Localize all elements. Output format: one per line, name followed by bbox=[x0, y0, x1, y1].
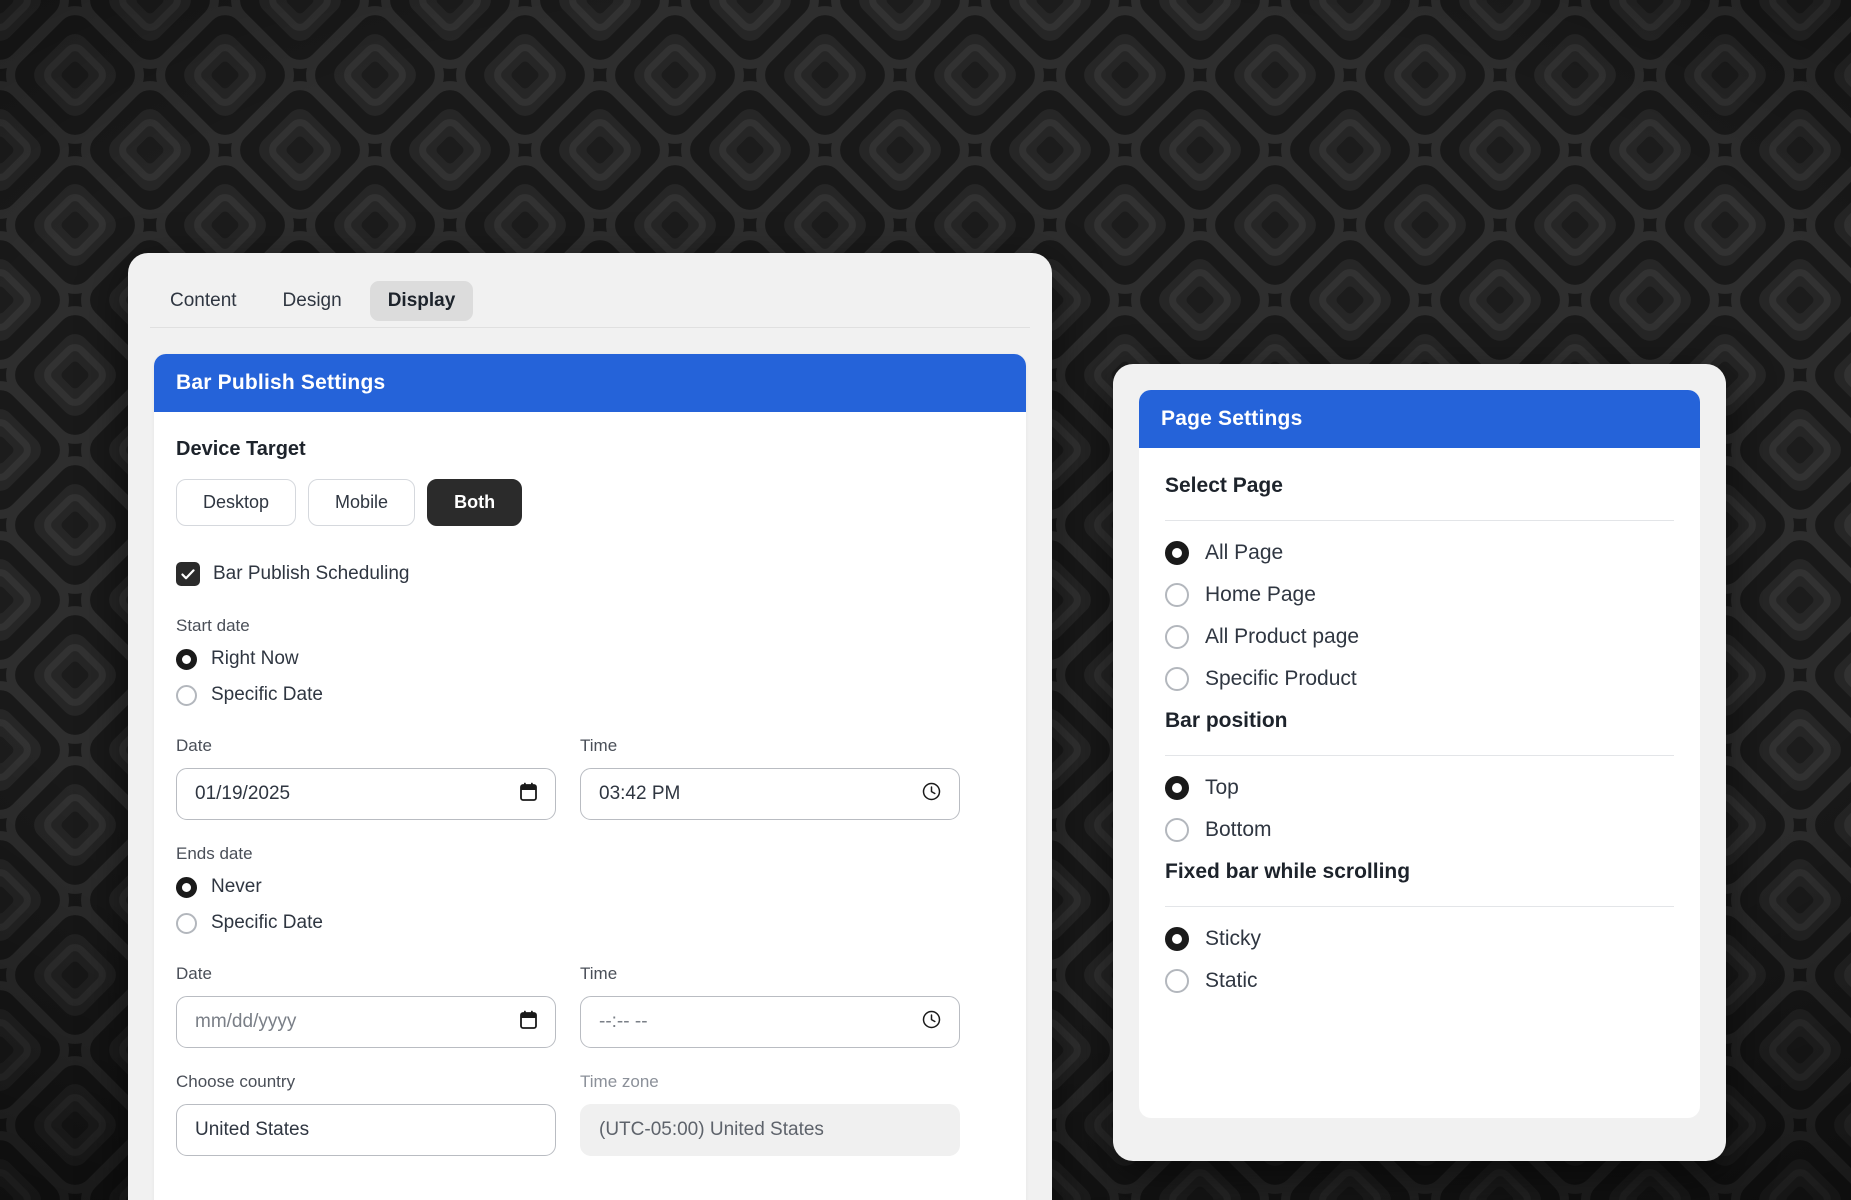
ends-date-specific-date-label: Specific Date bbox=[211, 912, 323, 933]
ends-time-field-group: Time --:-- -- bbox=[580, 964, 960, 1048]
choose-country-value: United States bbox=[195, 1119, 310, 1140]
radio-selected-icon[interactable] bbox=[1165, 541, 1189, 565]
ends-date-input[interactable]: mm/dd/yyyy bbox=[176, 996, 556, 1048]
tab-content[interactable]: Content bbox=[152, 281, 255, 321]
country-field-group: Choose country United States bbox=[176, 1072, 556, 1156]
start-date-inputs: Date 01/19/2025 Time 03:42 PM bbox=[176, 736, 1004, 820]
ends-time-input-placeholder: --:-- -- bbox=[599, 1011, 648, 1032]
select-page-specific-product-label: Specific Product bbox=[1205, 667, 1357, 690]
start-date-option-right-now[interactable]: Right Now bbox=[176, 648, 1004, 670]
radio-selected-icon[interactable] bbox=[1165, 776, 1189, 800]
choose-country-input[interactable]: United States bbox=[176, 1104, 556, 1156]
fixed-bar-static-label: Static bbox=[1205, 969, 1258, 992]
page-settings-card: Page Settings Select Page All Page Home … bbox=[1139, 390, 1700, 1118]
bar-publish-settings-card: Bar Publish Settings Device Target Deskt… bbox=[154, 354, 1026, 1200]
radio-unselected-icon[interactable] bbox=[176, 912, 197, 934]
radio-selected-icon[interactable] bbox=[176, 648, 197, 670]
fixed-bar-option-sticky[interactable]: Sticky bbox=[1165, 927, 1674, 951]
ends-date-never-label: Never bbox=[211, 876, 262, 897]
select-page-option-specific-product[interactable]: Specific Product bbox=[1165, 667, 1674, 691]
card-title-bar-publish-settings: Bar Publish Settings bbox=[154, 354, 1026, 412]
bar-position-divider bbox=[1165, 755, 1674, 756]
fixed-bar-sticky-label: Sticky bbox=[1205, 927, 1262, 950]
start-time-input[interactable]: 03:42 PM bbox=[580, 768, 960, 820]
start-date-input-value: 01/19/2025 bbox=[195, 783, 291, 804]
start-date-input[interactable]: 01/19/2025 bbox=[176, 768, 556, 820]
page-settings-panel: Page Settings Select Page All Page Home … bbox=[1113, 364, 1726, 1161]
start-date-input-label: Date bbox=[176, 736, 212, 755]
ends-date-input-placeholder: mm/dd/yyyy bbox=[195, 1011, 297, 1032]
select-page-divider bbox=[1165, 520, 1674, 521]
ends-date-input-label: Date bbox=[176, 964, 212, 983]
start-date-group-label: Start date bbox=[176, 616, 250, 635]
start-time-input-value: 03:42 PM bbox=[599, 783, 681, 804]
fixed-bar-while-scrolling-title: Fixed bar while scrolling bbox=[1165, 860, 1411, 883]
page-settings-body: Select Page All Page Home Page All Produ… bbox=[1139, 448, 1700, 1031]
select-page-all-page-label: All Page bbox=[1205, 541, 1284, 564]
radio-selected-icon[interactable] bbox=[176, 876, 197, 898]
calendar-icon[interactable] bbox=[520, 782, 537, 807]
fixed-bar-divider bbox=[1165, 906, 1674, 907]
device-target-mobile-button[interactable]: Mobile bbox=[308, 479, 416, 526]
time-zone-label: Time zone bbox=[580, 1072, 659, 1091]
ends-date-group-label: Ends date bbox=[176, 844, 253, 863]
editor-tabbar: Content Design Display bbox=[128, 253, 1052, 327]
tabbar-divider bbox=[150, 327, 1030, 328]
ends-date-option-specific-date[interactable]: Specific Date bbox=[176, 912, 1004, 934]
radio-unselected-icon[interactable] bbox=[1165, 583, 1189, 607]
select-page-home-page-label: Home Page bbox=[1205, 583, 1316, 606]
select-page-option-all-page[interactable]: All Page bbox=[1165, 541, 1674, 565]
radio-unselected-icon[interactable] bbox=[1165, 969, 1189, 993]
bar-publish-settings-panel: Content Design Display Bar Publish Setti… bbox=[128, 253, 1052, 1200]
start-time-input-label: Time bbox=[580, 736, 618, 755]
choose-country-label: Choose country bbox=[176, 1072, 296, 1091]
bar-publish-scheduling-row[interactable]: Bar Publish Scheduling bbox=[176, 562, 1004, 586]
time-zone-value: (UTC-05:00) United States bbox=[599, 1119, 824, 1140]
select-page-title: Select Page bbox=[1165, 474, 1283, 497]
radio-selected-icon[interactable] bbox=[1165, 927, 1189, 951]
bar-position-title: Bar position bbox=[1165, 709, 1288, 732]
locale-inputs: Choose country United States Time zone (… bbox=[176, 1072, 1004, 1156]
select-page-option-home-page[interactable]: Home Page bbox=[1165, 583, 1674, 607]
start-time-field-group: Time 03:42 PM bbox=[580, 736, 960, 820]
ends-time-input[interactable]: --:-- -- bbox=[580, 996, 960, 1048]
radio-unselected-icon[interactable] bbox=[1165, 818, 1189, 842]
start-date-specific-date-label: Specific Date bbox=[211, 684, 323, 705]
bar-position-bottom-label: Bottom bbox=[1205, 818, 1272, 841]
bar-publish-scheduling-label: Bar Publish Scheduling bbox=[213, 563, 410, 584]
radio-unselected-icon[interactable] bbox=[1165, 667, 1189, 691]
timezone-field-group: Time zone (UTC-05:00) United States bbox=[580, 1072, 960, 1156]
ends-time-input-label: Time bbox=[580, 964, 618, 983]
clock-icon[interactable] bbox=[922, 782, 941, 807]
ends-date-field-group: Date mm/dd/yyyy bbox=[176, 964, 556, 1048]
radio-unselected-icon[interactable] bbox=[1165, 625, 1189, 649]
start-date-option-specific-date[interactable]: Specific Date bbox=[176, 684, 1004, 706]
select-page-option-all-product-page[interactable]: All Product page bbox=[1165, 625, 1674, 649]
device-target-desktop-button[interactable]: Desktop bbox=[176, 479, 297, 526]
start-date-field-group: Date 01/19/2025 bbox=[176, 736, 556, 820]
ends-date-option-never[interactable]: Never bbox=[176, 876, 1004, 898]
bar-position-option-top[interactable]: Top bbox=[1165, 776, 1674, 800]
bar-position-top-label: Top bbox=[1205, 776, 1239, 799]
clock-icon[interactable] bbox=[922, 1010, 941, 1035]
tab-design[interactable]: Design bbox=[265, 281, 360, 321]
tab-display[interactable]: Display bbox=[369, 281, 474, 321]
calendar-icon[interactable] bbox=[520, 1010, 537, 1035]
card-title-page-settings: Page Settings bbox=[1139, 390, 1700, 448]
device-target-title: Device Target bbox=[176, 438, 306, 460]
ends-date-inputs: Date mm/dd/yyyy Time --:-- -- bbox=[176, 964, 1004, 1048]
device-target-button-group: Desktop Mobile Both bbox=[176, 479, 1004, 526]
device-target-both-button[interactable]: Both bbox=[427, 479, 523, 526]
checkbox-checked-icon[interactable] bbox=[176, 562, 200, 586]
start-date-right-now-label: Right Now bbox=[211, 648, 299, 669]
fixed-bar-option-static[interactable]: Static bbox=[1165, 969, 1674, 993]
bar-position-option-bottom[interactable]: Bottom bbox=[1165, 818, 1674, 842]
card-body: Device Target Desktop Mobile Both Bar Pu… bbox=[154, 412, 1026, 1200]
radio-unselected-icon[interactable] bbox=[176, 684, 197, 706]
time-zone-value-field: (UTC-05:00) United States bbox=[580, 1104, 960, 1156]
select-page-all-product-page-label: All Product page bbox=[1205, 625, 1360, 648]
